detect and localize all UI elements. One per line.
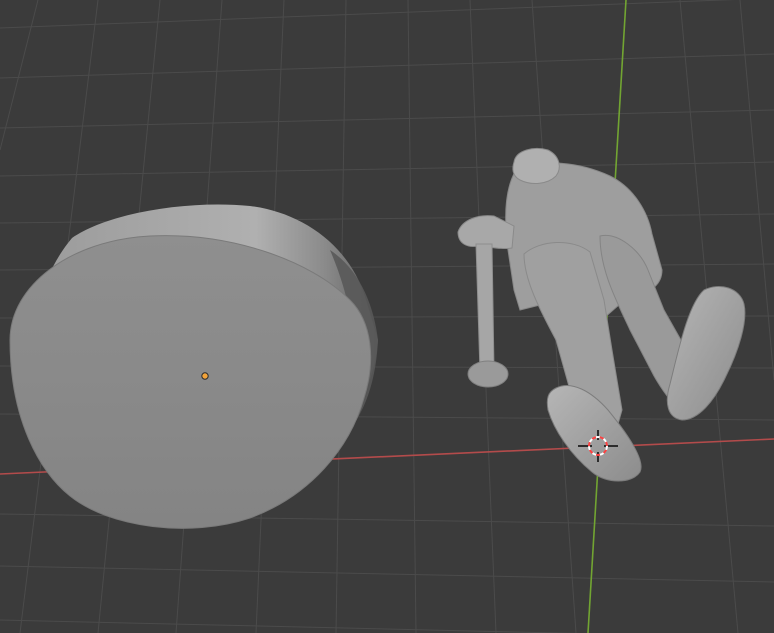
figure-cane-tip xyxy=(467,360,509,388)
origin-point-icon[interactable] xyxy=(201,372,209,380)
figure-head xyxy=(512,148,560,184)
viewport-scene[interactable] xyxy=(0,0,774,633)
3d-viewport[interactable] xyxy=(0,0,774,633)
